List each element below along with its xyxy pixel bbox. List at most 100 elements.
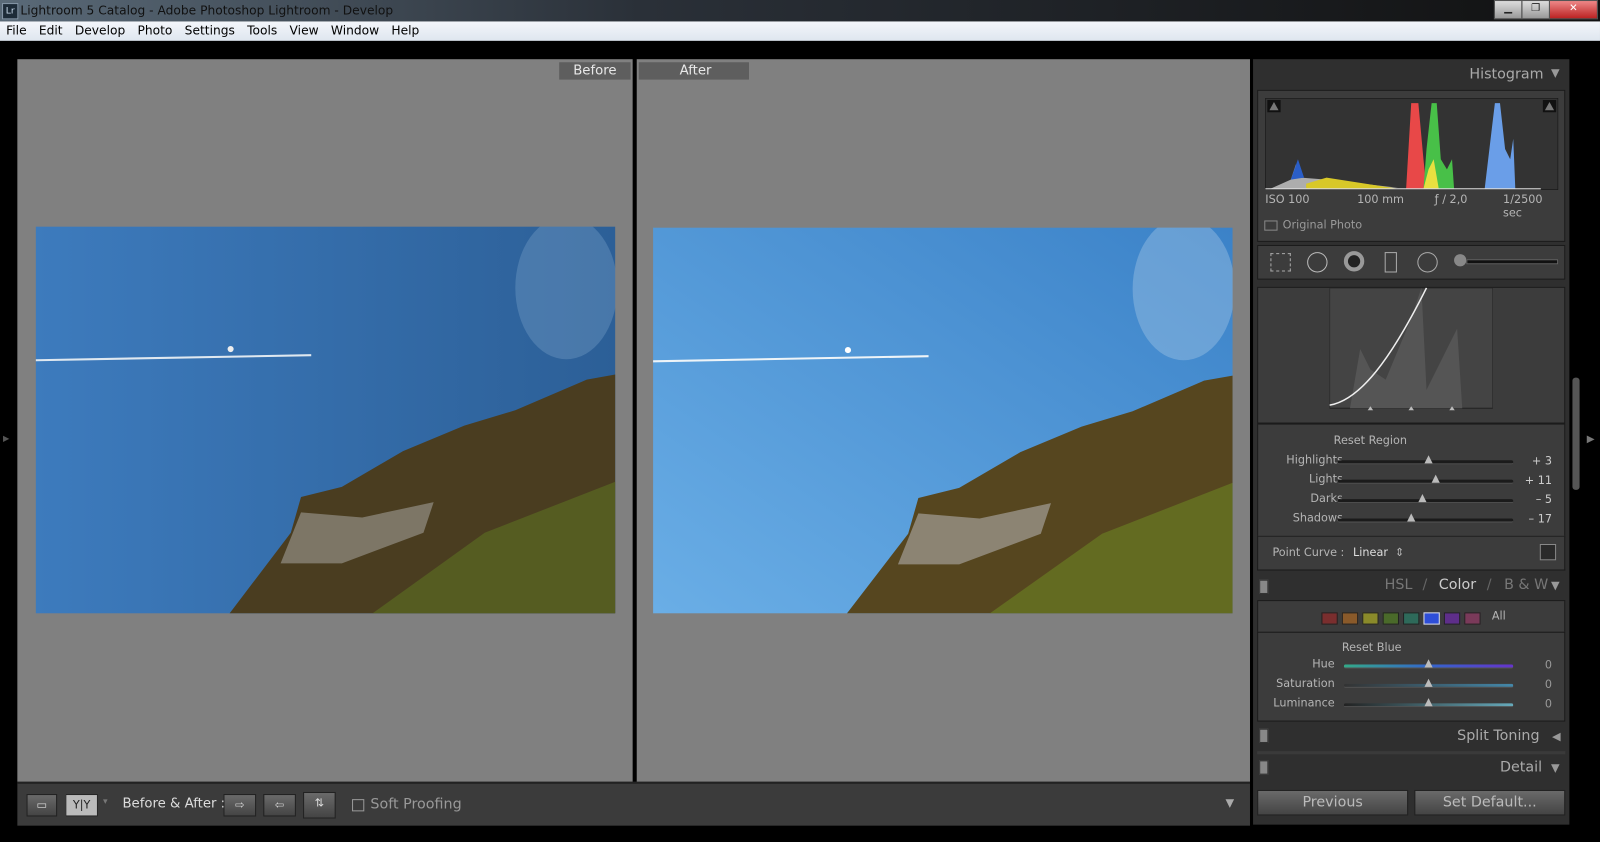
tone-slider[interactable]	[1337, 493, 1514, 504]
original-photo-checkbox[interactable]	[1264, 220, 1278, 231]
iso-readout: ISO 100	[1265, 192, 1310, 207]
slider-value[interactable]: – 17	[1521, 512, 1552, 525]
before-after-view-button[interactable]: Y|Y	[65, 794, 98, 817]
set-default-button[interactable]: Set Default...	[1414, 789, 1566, 816]
slider-thumb[interactable]	[1424, 659, 1433, 668]
slider-thumb[interactable]	[1424, 678, 1433, 687]
before-label: Before	[559, 62, 631, 80]
menu-window[interactable]: Window	[331, 23, 379, 37]
collapse-triangle-icon[interactable]: ▼	[1551, 761, 1560, 774]
collapse-triangle-icon[interactable]: ▼	[1551, 579, 1560, 592]
slider-thumb[interactable]	[1424, 698, 1433, 707]
slider-thumb[interactable]	[1407, 513, 1416, 522]
chevron-down-icon[interactable]: ▾	[103, 797, 108, 807]
tab-hsl[interactable]: HSL	[1385, 577, 1413, 593]
soft-proofing-label: Soft Proofing	[370, 796, 462, 813]
color-swatch[interactable]	[1464, 612, 1481, 625]
color-swatch[interactable]	[1362, 612, 1379, 625]
hsl-slider[interactable]	[1343, 678, 1514, 688]
menu-develop[interactable]: Develop	[75, 23, 125, 37]
original-photo-label: Original Photo	[1282, 218, 1363, 232]
tab-color[interactable]: Color	[1439, 577, 1476, 593]
slider-value[interactable]: + 3	[1521, 454, 1552, 467]
slider-thumb[interactable]	[1424, 455, 1434, 464]
hsl-slider[interactable]	[1343, 659, 1514, 669]
crop-tool-icon[interactable]	[1270, 253, 1291, 272]
curve-edit-icon[interactable]	[1539, 543, 1557, 561]
split-toning-header[interactable]: Split Toning	[1457, 728, 1539, 744]
copy-before-to-after-button[interactable]: ⇨	[223, 794, 257, 817]
menu-photo[interactable]: Photo	[137, 23, 172, 37]
copy-after-to-before-button[interactable]: ⇦	[263, 794, 296, 817]
hsl-slider[interactable]	[1343, 698, 1514, 708]
close-button[interactable]: ✕	[1548, 0, 1598, 20]
before-photo[interactable]	[35, 226, 616, 614]
maximize-button[interactable]: ❐	[1521, 0, 1550, 20]
panel-toggle-icon[interactable]	[1259, 760, 1269, 775]
slider-value[interactable]: 0	[1521, 697, 1552, 710]
panel-toggle-icon[interactable]	[1259, 579, 1269, 594]
color-swatch[interactable]	[1403, 612, 1420, 625]
tone-curve-graph[interactable]	[1329, 287, 1493, 411]
slider-value[interactable]: – 5	[1521, 493, 1552, 506]
point-curve-select[interactable]: Linear	[1353, 546, 1388, 559]
after-label: After	[638, 62, 749, 80]
panel-scrollbar[interactable]	[1572, 377, 1580, 490]
soft-proofing-checkbox[interactable]	[352, 799, 365, 812]
swap-before-after-button[interactable]: ⇅	[303, 791, 336, 819]
color-swatch[interactable]	[1423, 612, 1440, 625]
tone-slider[interactable]	[1337, 474, 1514, 484]
loupe-view-button[interactable]: ▭	[26, 794, 58, 817]
tone-slider[interactable]	[1337, 455, 1514, 465]
aperture-readout: ƒ / 2,0	[1434, 192, 1468, 207]
menu-tools[interactable]: Tools	[247, 23, 277, 37]
right-panel: Histogram ▼ ISO 100 100 mm ƒ / 2,0 1/250…	[1253, 59, 1570, 825]
toolbar-menu-icon[interactable]: ▼	[1226, 796, 1235, 809]
slider-label: Luminance	[1273, 696, 1335, 710]
color-swatch[interactable]	[1321, 612, 1338, 625]
radial-filter-icon[interactable]	[1417, 252, 1438, 273]
histogram-graph	[1265, 97, 1559, 190]
tone-slider[interactable]	[1337, 513, 1514, 523]
select-arrows-icon[interactable]: ⇕	[1395, 546, 1404, 559]
histogram-title[interactable]: Histogram	[1469, 66, 1543, 82]
minimize-button[interactable]: ▁	[1493, 0, 1523, 20]
spot-removal-icon[interactable]	[1307, 252, 1328, 273]
previous-button[interactable]: Previous	[1257, 789, 1409, 816]
brush-slider[interactable]	[1466, 259, 1559, 265]
color-swatch[interactable]	[1443, 612, 1461, 625]
menu-view[interactable]: View	[290, 23, 319, 37]
slider-value[interactable]: + 11	[1521, 474, 1552, 487]
menu-edit[interactable]: Edit	[39, 23, 63, 37]
color-swatch[interactable]	[1382, 612, 1399, 625]
shutter-readout: 1/2500 sec	[1503, 192, 1543, 220]
tab-bw[interactable]: B & W	[1504, 577, 1548, 593]
after-photo[interactable]	[653, 227, 1233, 614]
reset-region-label[interactable]: Reset Region	[1334, 434, 1407, 447]
focal-length-readout: 100 mm	[1357, 192, 1405, 207]
graduated-filter-icon[interactable]	[1384, 252, 1397, 273]
color-swatches: All	[1257, 600, 1566, 633]
slider-thumb[interactable]	[1431, 474, 1441, 483]
all-colors-button[interactable]: All	[1492, 609, 1506, 622]
expand-left-icon[interactable]: ▶	[3, 434, 9, 443]
collapse-triangle-icon[interactable]: ▼	[1551, 66, 1560, 79]
color-swatch[interactable]	[1341, 612, 1359, 625]
tab-separator: /	[1422, 576, 1428, 593]
adjustment-brush-icon[interactable]	[1454, 254, 1467, 267]
menu-help[interactable]: Help	[391, 23, 419, 37]
reset-blue-label[interactable]: Reset Blue	[1342, 641, 1402, 654]
expand-triangle-icon[interactable]: ◀	[1552, 730, 1561, 743]
menu-settings[interactable]: Settings	[185, 23, 235, 37]
slider-value[interactable]: 0	[1521, 678, 1552, 691]
histogram-section: ISO 100 100 mm ƒ / 2,0 1/2500 sec Origin…	[1257, 89, 1566, 242]
menu-file[interactable]: File	[6, 23, 27, 37]
expand-right-icon[interactable]: ▶	[1587, 434, 1595, 445]
slider-thumb[interactable]	[1417, 493, 1427, 503]
slider-label: Shadows	[1292, 511, 1343, 525]
red-eye-icon[interactable]	[1343, 251, 1365, 272]
detail-header[interactable]: Detail	[1500, 759, 1542, 775]
title-bar: Lr Lightroom 5 Catalog - Adobe Photoshop…	[0, 0, 1600, 22]
panel-toggle-icon[interactable]	[1259, 728, 1269, 743]
slider-value[interactable]: 0	[1521, 658, 1552, 671]
